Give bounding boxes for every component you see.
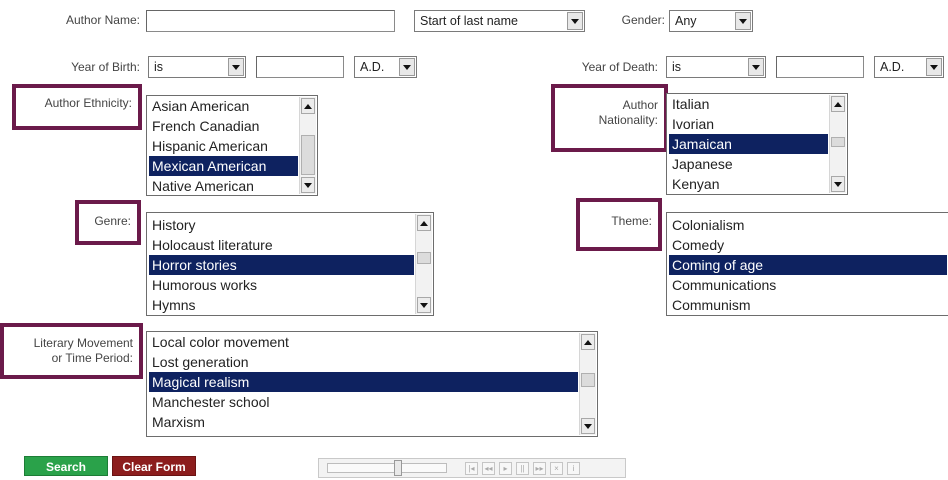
scroll-down-icon[interactable] [581,418,595,434]
literary-movement-label-line1: Literary Movement [33,336,133,350]
scroll-up-icon[interactable] [301,98,315,114]
death-era-value: A.D. [880,60,905,74]
rewind-icon[interactable]: ◂◂ [482,462,495,475]
info-icon[interactable]: i [567,462,580,475]
list-item[interactable]: Communications [669,275,947,295]
death-operator-select[interactable]: is [666,56,766,78]
gender-label: Gender: [621,13,665,27]
list-item-selected[interactable]: Coming of age [669,255,947,275]
skip-start-icon[interactable]: |◂ [465,462,478,475]
play-icon[interactable]: ▸ [499,462,512,475]
close-icon[interactable]: × [550,462,563,475]
chevron-down-icon[interactable] [748,58,764,76]
chevron-down-icon[interactable] [567,12,583,30]
list-item[interactable]: Comedy [669,235,947,255]
list-item[interactable]: Ivorian [669,114,828,134]
gender-value: Any [675,14,697,28]
theme-label-text: Theme: [611,214,652,228]
chevron-down-icon[interactable] [735,12,751,30]
movement-listbox[interactable]: Local color movement Lost generation Mag… [146,331,598,437]
author-nationality-label: Author Nationality: [551,84,668,152]
year-of-death-label: Year of Death: [581,60,658,74]
author-ethnicity-label-text: Author Ethnicity: [44,96,132,110]
birth-operator-value: is [154,60,164,74]
list-item-selected[interactable]: Mexican American [149,156,298,176]
media-player: |◂ ◂◂ ▸ || ▸▸ × i [318,458,626,478]
seek-bar[interactable] [327,460,447,476]
seek-handle[interactable] [394,460,402,476]
chevron-down-icon[interactable] [228,58,244,76]
fast-forward-icon[interactable]: ▸▸ [533,462,546,475]
list-item[interactable]: Japanese [669,154,828,174]
scroll-down-icon[interactable] [831,176,845,192]
list-item[interactable]: Manchester school [149,392,578,412]
list-item-selected[interactable]: Magical realism [149,372,578,392]
scroll-thumb[interactable] [831,137,845,147]
clear-form-button[interactable]: Clear Form [112,456,196,476]
pause-icon[interactable]: || [516,462,529,475]
list-item[interactable]: Colonialism [669,215,947,235]
birth-era-select[interactable]: A.D. [354,56,417,78]
author-name-match-select[interactable]: Start of last name [414,10,585,32]
list-item-selected[interactable]: Jamaican [669,134,828,154]
scroll-thumb[interactable] [581,373,595,387]
list-item[interactable]: Native American [149,176,298,195]
chevron-down-icon[interactable] [399,58,415,76]
ethnicity-listbox[interactable]: Asian American French Canadian Hispanic … [146,95,318,196]
gender-select[interactable]: Any [669,10,753,32]
birth-era-value: A.D. [360,60,385,74]
death-year-input[interactable] [776,56,864,78]
literary-movement-label-line2: or Time Period: [51,351,133,365]
list-item[interactable]: Local color movement [149,332,578,352]
year-of-birth-label: Year of Birth: [71,60,140,74]
scroll-thumb[interactable] [301,135,315,175]
death-era-select[interactable]: A.D. [874,56,944,78]
list-item[interactable]: French Canadian [149,116,298,136]
author-name-input[interactable] [146,10,395,32]
author-ethnicity-label: Author Ethnicity: [12,84,142,130]
list-item[interactable]: Marxism [149,412,578,432]
author-name-label: Author Name: [65,13,140,27]
theme-label: Theme: [576,198,662,251]
list-item[interactable]: Humorous works [149,275,414,295]
list-item[interactable]: Communism [669,295,947,315]
birth-operator-select[interactable]: is [148,56,246,78]
scrollbar[interactable] [415,214,432,314]
list-item[interactable]: Hispanic American [149,136,298,156]
scrollbar[interactable] [299,97,316,194]
list-item-selected[interactable]: Horror stories [149,255,414,275]
scroll-up-icon[interactable] [417,215,431,231]
theme-listbox[interactable]: Colonialism Comedy Coming of age Communi… [666,212,948,316]
search-button[interactable]: Search [24,456,108,476]
genre-label: Genre: [75,200,141,245]
list-item[interactable]: History [149,215,414,235]
chevron-down-icon[interactable] [926,58,942,76]
scroll-up-icon[interactable] [581,334,595,350]
scroll-up-icon[interactable] [831,96,845,112]
scroll-thumb[interactable] [417,252,431,264]
list-item[interactable]: Holocaust literature [149,235,414,255]
genre-label-text: Genre: [94,214,131,228]
birth-year-input[interactable] [256,56,344,78]
list-item[interactable]: Kenyan [669,174,828,194]
genre-listbox[interactable]: History Holocaust literature Horror stor… [146,212,434,316]
author-name-match-value: Start of last name [420,14,518,28]
list-item[interactable]: Lost generation [149,352,578,372]
scrollbar[interactable] [579,333,596,435]
author-nationality-label-line1: Author [622,98,658,112]
list-item[interactable]: Hymns [149,295,414,315]
author-nationality-label-line2: Nationality: [598,113,658,127]
list-item[interactable]: Italian [669,94,828,114]
list-item-partial[interactable] [149,432,578,436]
nationality-listbox[interactable]: Italian Ivorian Jamaican Japanese Kenyan [666,93,848,195]
list-item[interactable]: Asian American [149,96,298,116]
death-operator-value: is [672,60,682,74]
scrollbar[interactable] [829,95,846,193]
literary-movement-label: Literary Movement or Time Period: [0,323,143,379]
scroll-down-icon[interactable] [417,297,431,313]
scroll-down-icon[interactable] [301,177,315,193]
